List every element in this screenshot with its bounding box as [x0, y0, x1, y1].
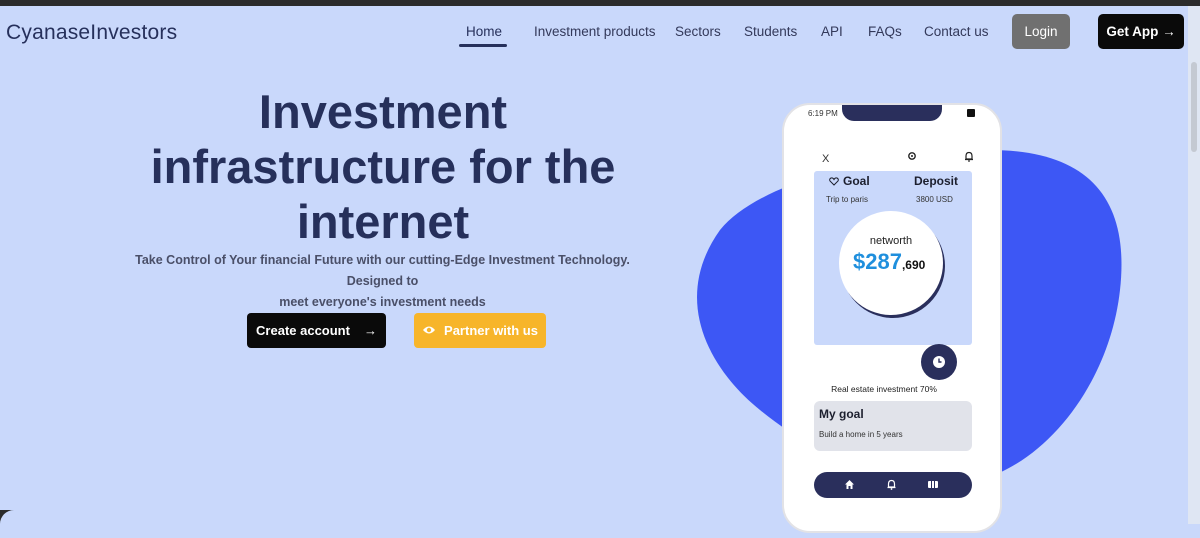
gear-icon — [907, 151, 917, 161]
deposit-amount: 3800 USD — [916, 195, 953, 204]
goal-card: Goal Deposit Trip to paris 3800 USD netw… — [814, 171, 972, 345]
create-account-button[interactable]: Create account → — [247, 313, 386, 348]
hero-subtitle: Take Control of Your financial Future wi… — [115, 250, 650, 313]
phone-bottom-nav — [814, 472, 972, 498]
phone-time: 6:19 PM — [808, 109, 838, 118]
partner-label: Partner with us — [444, 323, 538, 338]
deposit-label: Deposit — [914, 174, 958, 188]
brand-logo[interactable]: CyanaseInvestors — [6, 21, 177, 45]
wallet-icon[interactable] — [927, 479, 939, 490]
scrollbar[interactable] — [1188, 6, 1200, 524]
networth-value: $287,690 — [853, 249, 925, 275]
phone-status-icon — [967, 109, 975, 117]
my-goal-title: My goal — [819, 407, 864, 421]
my-goal-card[interactable]: My goal Build a home in 5 years — [814, 401, 972, 451]
goal-header: Goal — [829, 174, 870, 188]
create-account-label: Create account — [256, 323, 350, 338]
eye-icon — [422, 323, 436, 338]
arrow-right-icon: → — [364, 323, 377, 338]
my-goal-subtitle: Build a home in 5 years — [819, 430, 903, 439]
hero-title-line: Investment — [83, 84, 683, 139]
nav-contact-us[interactable]: Contact us — [924, 24, 989, 39]
clock-icon — [932, 355, 946, 369]
login-button[interactable]: Login — [1012, 14, 1070, 49]
phone-mockup: 6:19 PM X Goal Deposit Trip to paris 380… — [782, 103, 1002, 533]
scrollbar-thumb[interactable] — [1191, 62, 1197, 152]
hero-subtitle-line: Take Control of Your financial Future wi… — [115, 250, 650, 292]
goal-label: Goal — [843, 174, 870, 188]
nav-api[interactable]: API — [821, 24, 843, 39]
hero-title-line: internet — [83, 194, 683, 249]
networth-cents: ,690 — [902, 258, 925, 272]
top-nav: CyanaseInvestors Home Investment product… — [0, 6, 1188, 58]
close-icon: X — [822, 153, 829, 165]
nav-sectors[interactable]: Sectors — [675, 24, 721, 39]
real-estate-progress-label: Real estate investment 70% — [784, 384, 984, 394]
hero-title: Investment infrastructure for the intern… — [83, 84, 683, 249]
nav-students[interactable]: Students — [744, 24, 797, 39]
window-corner — [0, 510, 14, 524]
heart-icon — [829, 177, 839, 186]
nav-faqs[interactable]: FAQs — [868, 24, 902, 39]
networth-circle: networth $287,690 — [839, 211, 943, 315]
nav-home[interactable]: Home — [466, 24, 502, 39]
bell-icon — [964, 151, 974, 162]
networth-label: networth — [839, 235, 943, 247]
phone-notch — [842, 103, 942, 121]
active-nav-underline — [459, 44, 507, 47]
bell-icon[interactable] — [886, 479, 897, 490]
hero-title-line: infrastructure for the — [83, 139, 683, 194]
hero-subtitle-line: meet everyone's investment needs — [115, 292, 650, 313]
home-icon[interactable] — [844, 479, 855, 490]
get-app-button[interactable]: Get App → — [1098, 14, 1184, 49]
goal-name: Trip to paris — [826, 195, 868, 204]
partner-with-us-button[interactable]: Partner with us — [414, 313, 546, 348]
clock-button[interactable] — [921, 344, 957, 380]
nav-investment-products[interactable]: Investment products — [534, 24, 656, 39]
networth-amount: $287 — [853, 249, 902, 274]
